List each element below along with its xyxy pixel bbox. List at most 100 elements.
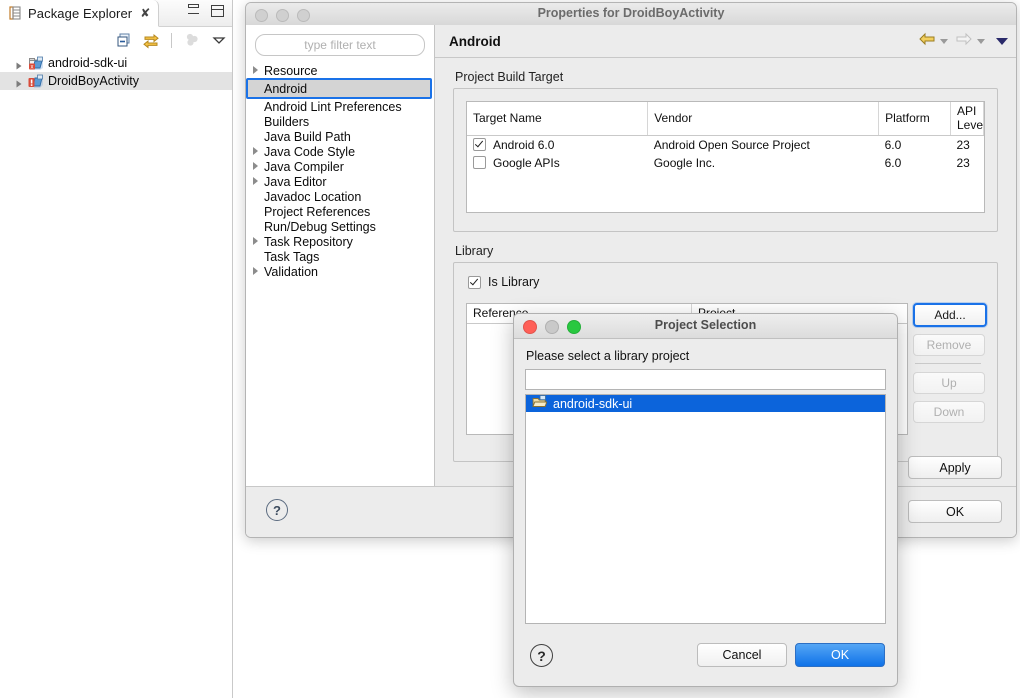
view-menu-icon[interactable] [183, 31, 201, 49]
twisty-icon[interactable] [14, 58, 24, 68]
nav-item-label: Java Code Style [264, 145, 355, 159]
ok-button[interactable]: OK [795, 643, 885, 667]
column-platform[interactable]: Platform [879, 102, 951, 136]
package-explorer-tabstrip: Package Explorer ✘ [0, 0, 232, 27]
project-list[interactable]: android-sdk-ui [525, 394, 886, 624]
cell-platform: 6.0 [879, 154, 951, 172]
nav-item-task-repository[interactable]: Task Repository [246, 234, 434, 249]
nav-item-validation[interactable]: Validation [246, 264, 434, 279]
nav-item-java-build-path[interactable]: Java Build Path [246, 129, 434, 144]
minimize-icon[interactable] [188, 8, 199, 14]
nav-item-label: Task Repository [264, 235, 353, 249]
view-dropdown-icon[interactable] [210, 31, 228, 49]
tab-package-explorer[interactable]: Package Explorer ✘ [0, 0, 159, 27]
table-row[interactable]: Google APIs Google Inc. 6.0 23 [467, 154, 984, 172]
down-button[interactable]: Down [913, 401, 985, 423]
target-name-text: Android 6.0 [493, 138, 554, 152]
nav-item-label: Android Lint Preferences [264, 100, 402, 114]
ok-button[interactable]: OK [908, 500, 1002, 523]
apply-button[interactable]: Apply [908, 456, 1002, 479]
nav-item-run-debug-settings[interactable]: Run/Debug Settings [246, 219, 434, 234]
build-target-group-label: Project Build Target [455, 70, 1016, 84]
toolbar-separator [171, 33, 172, 48]
list-item[interactable]: android-sdk-ui [526, 395, 885, 412]
cell-api-level: 23 [950, 154, 983, 172]
back-arrow-icon[interactable] [918, 32, 936, 51]
chevron-right-icon[interactable] [253, 267, 258, 275]
column-vendor[interactable]: Vendor [648, 102, 879, 136]
is-library-checkbox-row[interactable]: Is Library [468, 275, 539, 289]
nav-item-project-references[interactable]: Project References [246, 204, 434, 219]
cell-vendor: Google Inc. [648, 154, 879, 172]
forward-arrow-icon[interactable] [955, 32, 973, 51]
project-selection-titlebar[interactable]: Project Selection [514, 314, 897, 339]
nav-item-label: Java Build Path [264, 130, 351, 144]
help-icon[interactable]: ? [266, 499, 288, 521]
filter-box[interactable] [255, 34, 425, 56]
project-filter-input[interactable] [525, 369, 886, 390]
table-row[interactable]: Android 6.0 Android Open Source Project … [467, 136, 984, 155]
nav-item-builders[interactable]: Builders [246, 114, 434, 129]
library-buttons: Add... Remove Up Down [913, 303, 983, 430]
properties-nav-pane: Resource Android Android Lint Preference… [246, 25, 435, 487]
build-target-table[interactable]: Target Name Vendor Platform API Leve And… [466, 101, 985, 213]
list-item-label: android-sdk-ui [553, 397, 632, 411]
filter-input[interactable] [261, 37, 420, 53]
up-button[interactable]: Up [913, 372, 985, 394]
help-icon[interactable]: ? [530, 644, 553, 667]
nav-item-java-code-style[interactable]: Java Code Style [246, 144, 434, 159]
chevron-right-icon[interactable] [253, 162, 258, 170]
collapse-all-icon[interactable] [115, 31, 133, 49]
cell-vendor: Android Open Source Project [648, 136, 879, 155]
tree-item-android-sdk-ui[interactable]: x android-sdk-ui [0, 54, 232, 72]
maximize-icon[interactable] [211, 5, 224, 17]
nav-item-label: Project References [264, 205, 370, 219]
nav-item-label: Java Compiler [264, 160, 344, 174]
chevron-right-icon[interactable] [253, 237, 258, 245]
project-selection-title: Project Selection [514, 318, 897, 332]
dropdown-caret-icon[interactable] [996, 38, 1008, 45]
nav-item-javadoc-location[interactable]: Javadoc Location [246, 189, 434, 204]
row-checkbox[interactable] [473, 156, 486, 169]
chevron-right-icon[interactable] [253, 147, 258, 155]
chevron-right-icon[interactable] [253, 66, 258, 74]
nav-item-android-lint-preferences[interactable]: Android Lint Preferences [246, 99, 434, 114]
cancel-button[interactable]: Cancel [697, 643, 787, 667]
nav-item-java-editor[interactable]: Java Editor [246, 174, 434, 189]
properties-window-title: Properties for DroidBoyActivity [246, 6, 1016, 20]
page-title: Android [449, 34, 501, 49]
add-button[interactable]: Add... [913, 303, 987, 327]
cell-platform: 6.0 [879, 136, 951, 155]
tree-item-label: DroidBoyActivity [48, 74, 139, 88]
package-explorer-toolbar [115, 28, 228, 52]
column-target-name[interactable]: Target Name [467, 102, 648, 136]
remove-button[interactable]: Remove [913, 334, 985, 356]
chevron-right-icon[interactable] [253, 177, 258, 185]
java-project-error-icon: x [28, 56, 44, 71]
is-library-checkbox[interactable] [468, 276, 481, 289]
link-with-editor-icon[interactable] [142, 31, 160, 49]
package-explorer-tree: x android-sdk-ui [0, 54, 232, 90]
properties-titlebar[interactable]: Properties for DroidBoyActivity [246, 3, 1016, 26]
tree-item-label: android-sdk-ui [48, 56, 127, 70]
svg-text:x: x [31, 64, 34, 70]
nav-item-task-tags[interactable]: Task Tags [246, 249, 434, 264]
back-dropdown-icon[interactable] [940, 39, 948, 44]
nav-item-resource[interactable]: Resource [246, 63, 434, 78]
page-header: Android [435, 25, 1016, 58]
project-selection-dialog: Project Selection Please select a librar… [513, 313, 898, 687]
target-name-text: Google APIs [493, 156, 560, 170]
nav-item-label: Builders [264, 115, 309, 129]
nav-item-label: Validation [264, 265, 318, 279]
row-checkbox[interactable] [473, 138, 486, 151]
twisty-icon[interactable] [14, 76, 24, 86]
page-nav-buttons [918, 32, 1008, 51]
nav-item-android[interactable]: Android [246, 78, 432, 99]
nav-item-label: Resource [264, 64, 318, 78]
close-icon[interactable]: ✘ [140, 7, 150, 19]
forward-dropdown-icon[interactable] [977, 39, 985, 44]
package-explorer-tab-label: Package Explorer [28, 6, 132, 21]
column-api-level[interactable]: API Leve [950, 102, 983, 136]
tree-item-droidboyactivity[interactable]: DroidBoyActivity [0, 72, 232, 90]
nav-item-java-compiler[interactable]: Java Compiler [246, 159, 434, 174]
